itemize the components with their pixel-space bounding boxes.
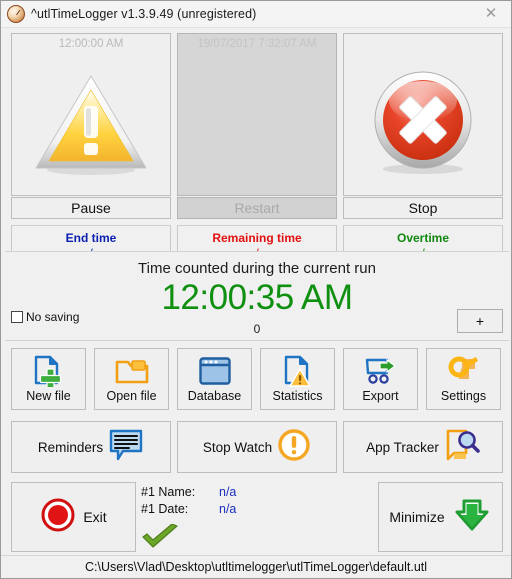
stop-button-panel[interactable] <box>343 33 503 196</box>
orange-exclamation-icon <box>277 428 311 467</box>
document-magnifier-icon <box>444 428 480 467</box>
remaining-time-title: Remaining time <box>212 231 302 245</box>
restart-time: 19/07/2017 7:32:07 AM <box>197 38 317 50</box>
warning-triangle-icon <box>12 52 170 195</box>
restart-icon-placeholder <box>178 52 336 195</box>
pause-label[interactable]: Pause <box>11 197 171 219</box>
statistics-button[interactable]: Statistics <box>260 348 335 410</box>
database-label: Database <box>187 389 242 403</box>
window-title: ^utlTimeLogger v1.3.9.49 (unregistered) <box>31 7 257 21</box>
database-window-icon <box>195 354 235 388</box>
settings-button[interactable]: Settings <box>426 348 501 410</box>
green-down-arrow-icon <box>452 495 492 540</box>
red-cross-circle-icon <box>344 52 502 195</box>
export-cart-icon <box>361 354 401 388</box>
add-button[interactable]: + <box>457 309 503 333</box>
red-record-icon <box>40 497 76 538</box>
status-path: C:\Users\Vlad\Desktop\utltimelogger\utlT… <box>84 560 428 574</box>
timer-sub-value: 0 <box>253 322 261 336</box>
timer-value: 12:00:35 AM <box>161 278 353 317</box>
info-row-date: #1 Date: n/a <box>141 501 341 518</box>
statusbar: C:\Users\Vlad\Desktop\utltimelogger\utlT… <box>1 555 511 578</box>
app-window: ^utlTimeLogger v1.3.9.49 (unregistered) … <box>0 0 512 579</box>
app-tracker-label: App Tracker <box>366 439 439 455</box>
info-block: #1 Name: n/a #1 Date: n/a <box>141 484 341 518</box>
close-icon[interactable]: ✕ <box>469 1 511 26</box>
no-saving-label: No saving <box>26 310 80 324</box>
info-key-date: #1 Date: <box>141 502 189 516</box>
exit-label: Exit <box>83 509 107 525</box>
no-saving-checkbox[interactable]: No saving <box>11 310 79 324</box>
new-file-label: New file <box>26 389 71 403</box>
info-key-name: #1 Name: <box>141 485 196 499</box>
checkbox-box[interactable] <box>11 311 23 323</box>
top-panels-area: 12:00:00 AM 19/07/2017 7:32:07 AM Pause … <box>1 27 511 268</box>
minimize-button[interactable]: Minimize <box>378 482 503 552</box>
exit-button[interactable]: Exit <box>11 482 136 552</box>
clock-icon <box>7 5 25 23</box>
reminders-button[interactable]: Reminders <box>11 421 171 473</box>
pause-time: 12:00:00 AM <box>58 38 124 50</box>
settings-label: Settings <box>440 389 487 403</box>
icon-toolbar: New file Open file Database Statistics E… <box>1 348 511 412</box>
settings-key-icon <box>444 354 484 388</box>
stop-watch-button[interactable]: Stop Watch <box>177 421 337 473</box>
info-row-name: #1 Name: n/a <box>141 484 341 501</box>
open-file-label: Open file <box>106 389 157 403</box>
export-label: Export <box>362 389 399 403</box>
wide-button-row: Reminders Stop Watch App Tracker <box>1 421 511 475</box>
pause-button-panel[interactable]: 12:00:00 AM <box>11 33 171 196</box>
restart-label: Restart <box>177 197 337 219</box>
reminders-label: Reminders <box>37 439 104 455</box>
export-button[interactable]: Export <box>343 348 418 410</box>
info-value-name: n/a <box>219 485 237 499</box>
timer-section: Time counted during the current run 12:0… <box>5 251 509 341</box>
app-tracker-button[interactable]: App Tracker <box>343 421 503 473</box>
info-value-date: n/a <box>219 502 237 516</box>
new-file-icon <box>29 354 69 388</box>
stop-label[interactable]: Stop <box>343 197 503 219</box>
statistics-label: Statistics <box>272 389 323 403</box>
end-time-title: End time <box>65 231 117 245</box>
stop-watch-label: Stop Watch <box>202 439 273 455</box>
open-file-button[interactable]: Open file <box>94 348 169 410</box>
open-folder-icon <box>112 354 152 388</box>
bottom-row: Exit #1 Name: n/a #1 Date: n/a Minimize <box>1 482 511 555</box>
titlebar: ^utlTimeLogger v1.3.9.49 (unregistered) … <box>1 1 511 28</box>
speech-bubble-icon <box>108 428 144 467</box>
minimize-label: Minimize <box>389 509 445 525</box>
database-button[interactable]: Database <box>177 348 252 410</box>
overtime-title: Overtime <box>396 231 450 245</box>
green-check-icon[interactable] <box>141 523 181 555</box>
timer-caption: Time counted during the current run <box>138 260 376 277</box>
new-file-button[interactable]: New file <box>11 348 86 410</box>
statistics-warning-icon <box>278 354 318 388</box>
restart-button-panel: 19/07/2017 7:32:07 AM <box>177 33 337 196</box>
